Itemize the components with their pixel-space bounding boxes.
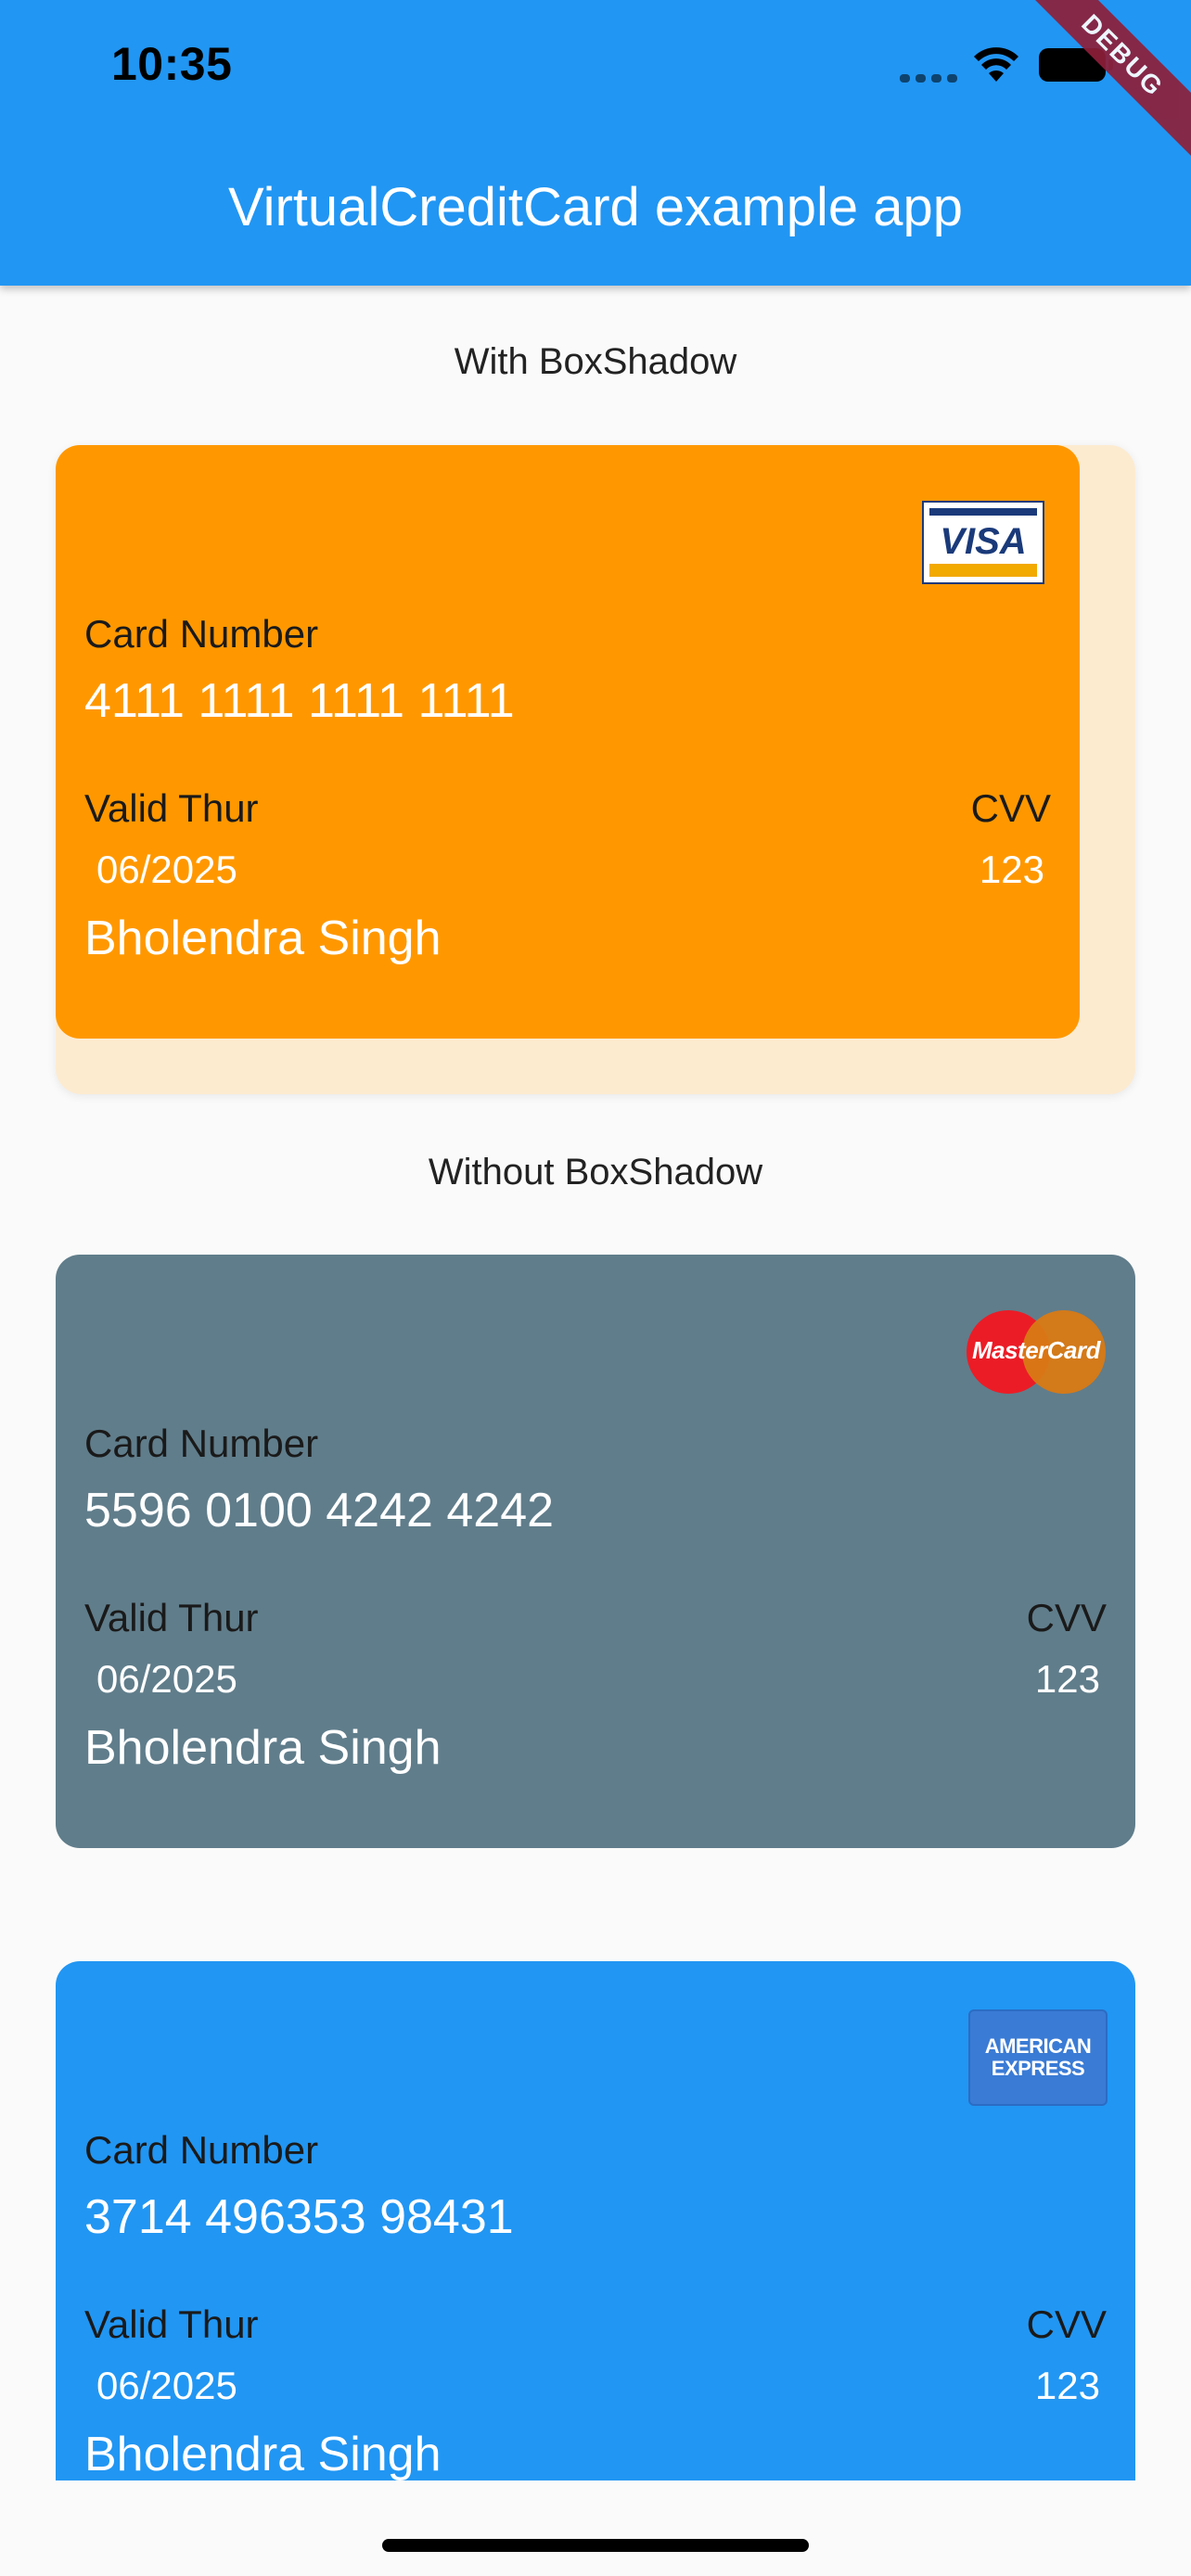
valid-thru-label: Valid Thur — [84, 786, 259, 830]
home-indicator[interactable] — [382, 2539, 809, 2552]
amex-logo-icon: AMERICAN EXPRESS — [968, 2009, 1108, 2106]
credit-card-visa[interactable]: VISA Card Number 4111 1111 1111 1111 Val… — [56, 445, 1080, 1039]
cellular-signal-icon — [900, 74, 957, 83]
cvv-value: 123 — [1034, 1657, 1100, 1701]
cvv-label: CVV — [1026, 2302, 1107, 2346]
cvv-label: CVV — [970, 786, 1051, 830]
card-number: 5596 0100 4242 4242 — [84, 1484, 555, 1537]
card-number-label: Card Number — [84, 612, 319, 656]
section-label-without-shadow: Without BoxShadow — [428, 1152, 763, 1192]
section-label-with-shadow: With BoxShadow — [454, 341, 737, 382]
valid-thru-value: 06/2025 — [96, 2364, 237, 2407]
cvv-value: 123 — [979, 848, 1044, 891]
cvv-value: 123 — [1034, 2364, 1100, 2407]
cvv-label: CVV — [1026, 1596, 1107, 1639]
card-holder-name: Bholendra Singh — [84, 2428, 442, 2480]
card-holder-name: Bholendra Singh — [84, 1721, 442, 1775]
wifi-icon — [974, 47, 1018, 82]
valid-thru-label: Valid Thur — [84, 1596, 259, 1639]
credit-card-mastercard[interactable]: MasterCard Card Number 5596 0100 4242 42… — [56, 1255, 1135, 1848]
card-holder-name: Bholendra Singh — [84, 912, 442, 965]
valid-thru-value: 06/2025 — [96, 1657, 237, 1701]
credit-card-amex[interactable]: AMERICAN EXPRESS Card Number 3714 496353… — [56, 1961, 1135, 2480]
card-number: 3714 496353 98431 — [84, 2190, 514, 2244]
card-number: 4111 1111 1111 1111 — [84, 674, 515, 728]
card-number-label: Card Number — [84, 2128, 319, 2172]
valid-thru-value: 06/2025 — [96, 848, 237, 891]
app-bar: 10:35 VirtualCreditCard example app — [0, 0, 1191, 286]
status-time: 10:35 — [111, 38, 233, 90]
visa-logo-icon: VISA — [922, 501, 1044, 584]
page-title: VirtualCreditCard example app — [227, 177, 963, 237]
valid-thru-label: Valid Thur — [84, 2302, 259, 2346]
mastercard-logo-icon: MasterCard — [967, 1310, 1106, 1394]
card-number-label: Card Number — [84, 1422, 319, 1465]
